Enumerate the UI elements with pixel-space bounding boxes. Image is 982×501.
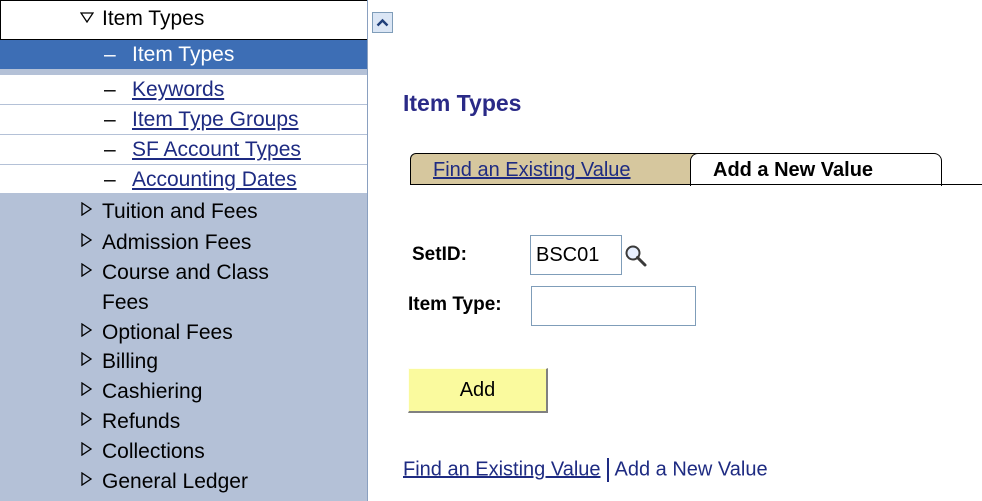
- menu-folder-admission-fees[interactable]: Admission Fees: [0, 228, 368, 257]
- magnifier-icon[interactable]: [624, 244, 648, 273]
- triangle-right-icon: [80, 258, 102, 287]
- tabs-divider: [410, 184, 982, 185]
- triangle-right-icon: [80, 197, 102, 226]
- bottom-links: Find an Existing Value Add a New Value: [403, 458, 768, 482]
- menu-folder-item-types[interactable]: Item Types: [0, 4, 368, 33]
- menu-folder-label-continued[interactable]: Fees: [0, 288, 368, 317]
- chevron-up-icon: [376, 18, 389, 27]
- menu-link-keywords[interactable]: Keywords: [132, 78, 224, 101]
- menu-item-item-type-groups[interactable]: – Item Type Groups: [0, 105, 368, 134]
- menu-folder-billing[interactable]: Billing: [0, 347, 368, 376]
- triangle-right-icon: [80, 318, 102, 347]
- menu-link-sf-account-types[interactable]: SF Account Types: [132, 138, 301, 161]
- menu-folder-refunds[interactable]: Refunds: [0, 407, 368, 436]
- triangle-right-icon: [80, 347, 102, 376]
- find-existing-value-link[interactable]: Find an Existing Value: [403, 458, 601, 480]
- menu-folder-collections[interactable]: Collections: [0, 437, 368, 466]
- tab-find-link[interactable]: Find an Existing Value: [433, 159, 631, 181]
- menu-link-accounting-dates[interactable]: Accounting Dates: [132, 168, 297, 191]
- menu-item-keywords[interactable]: – Keywords: [0, 75, 368, 104]
- menu-folder-course-and-class-fees[interactable]: Course and Class: [0, 258, 368, 287]
- setid-label: SetID:: [412, 244, 467, 265]
- setid-field[interactable]: BSC01: [530, 235, 622, 275]
- triangle-right-icon: [80, 467, 102, 496]
- menu-folder-general-ledger[interactable]: General Ledger: [0, 467, 368, 496]
- menu-link-item-type-groups[interactable]: Item Type Groups: [132, 108, 299, 131]
- navigation-menu: Item Types – Item Types – Keywords – Item T…: [0, 0, 368, 501]
- page-title: Item Types: [403, 90, 522, 116]
- add-button[interactable]: Add: [408, 368, 548, 413]
- triangle-right-icon: [80, 407, 102, 436]
- triangle-down-icon: [79, 4, 102, 33]
- item-type-label: Item Type:: [408, 294, 502, 315]
- triangle-right-icon: [80, 228, 102, 257]
- menu-item-item-types[interactable]: – Item Types: [0, 40, 368, 69]
- add-new-value-link[interactable]: Add a New Value: [615, 458, 768, 480]
- tab-find-existing-value[interactable]: Find an Existing Value: [410, 153, 702, 185]
- triangle-right-icon: [80, 377, 102, 406]
- menu-folder-tuition-and-fees[interactable]: Tuition and Fees: [0, 197, 368, 226]
- link-separator: [606, 458, 609, 482]
- menu-folder-optional-fees[interactable]: Optional Fees: [0, 318, 368, 347]
- item-type-field[interactable]: [531, 286, 696, 326]
- menu-item-accounting-dates[interactable]: – Accounting Dates: [0, 165, 368, 193]
- menu-item-sf-account-types[interactable]: – SF Account Types: [0, 135, 368, 164]
- scroll-up-button[interactable]: [372, 12, 393, 33]
- triangle-right-icon: [80, 437, 102, 466]
- tab-add-new-value[interactable]: Add a New Value: [690, 153, 942, 186]
- menu-folder-cashiering[interactable]: Cashiering: [0, 377, 368, 406]
